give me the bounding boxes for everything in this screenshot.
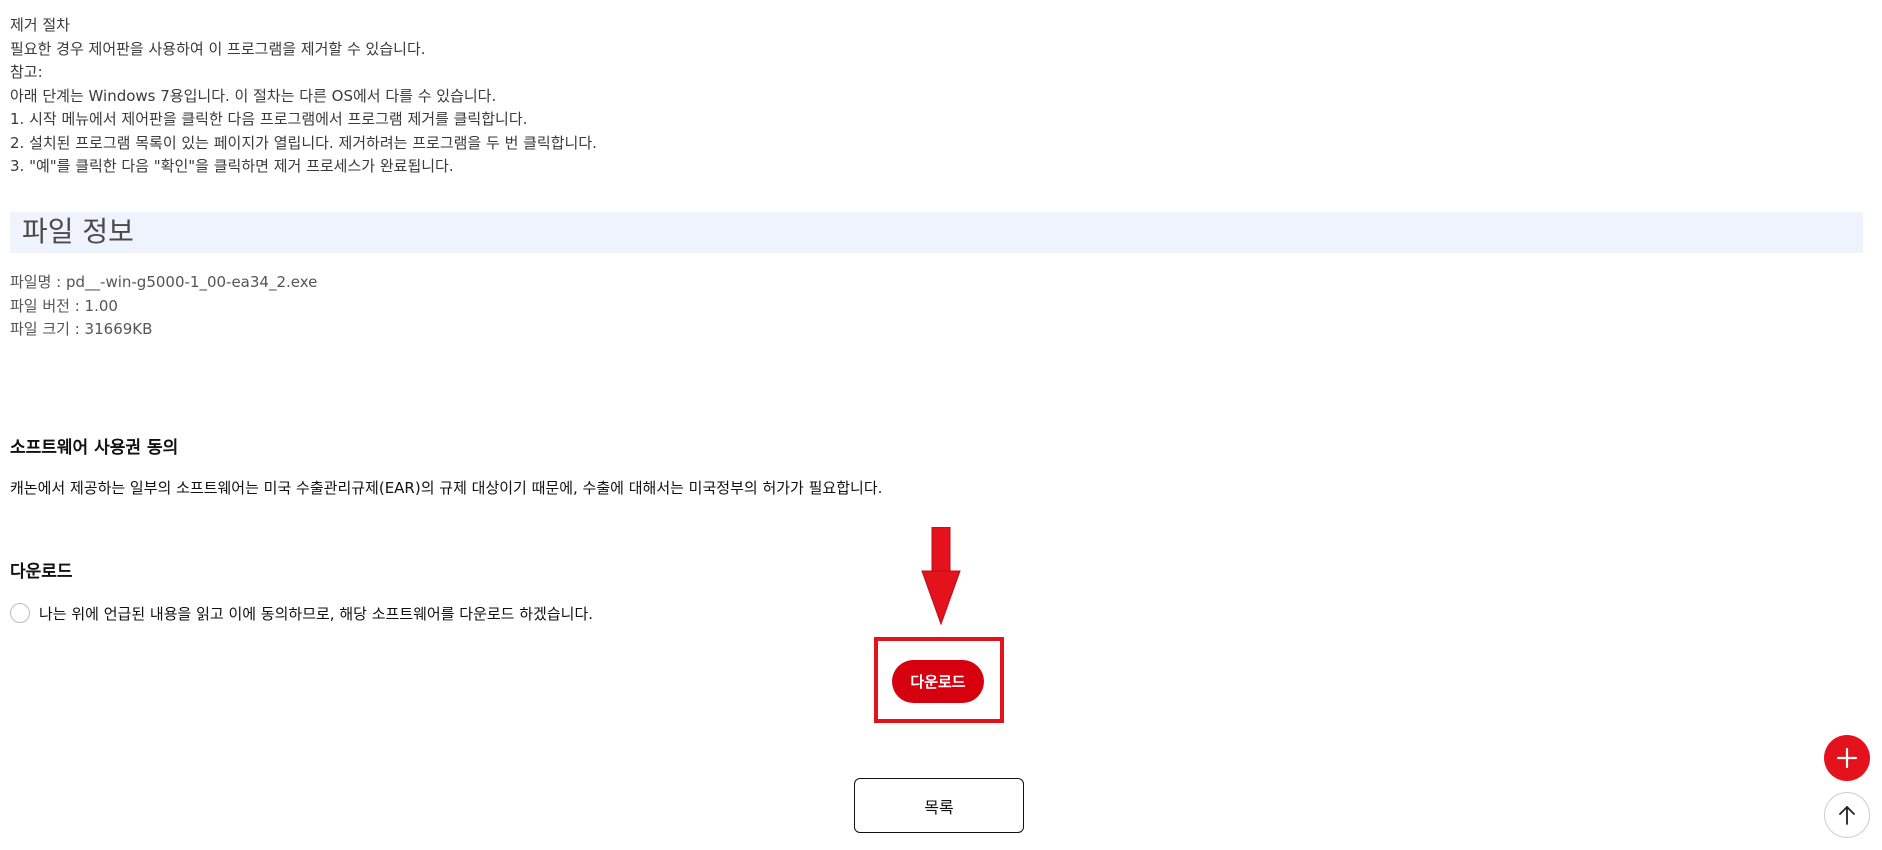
- scroll-top-button[interactable]: [1824, 792, 1870, 838]
- agree-label[interactable]: 나는 위에 언급된 내용을 읽고 이에 동의하므로, 해당 소프트웨어를 다운로…: [39, 603, 593, 624]
- file-size: 파일 크기 : 31669KB: [10, 320, 153, 338]
- plus-icon: [1836, 747, 1858, 769]
- file-name: 파일명 : pd__-win-g5000-1_00-ea34_2.exe: [10, 273, 318, 291]
- file-info-title: 파일 정보: [22, 215, 134, 248]
- arrow-down-icon: [921, 527, 961, 626]
- removal-note-label: 참고:: [10, 63, 43, 81]
- list-button[interactable]: 목록: [854, 778, 1024, 833]
- plus-fab-button[interactable]: [1824, 735, 1870, 781]
- license-text: 캐논에서 제공하는 일부의 소프트웨어는 미국 수출관리규제(EAR)의 규제 …: [10, 479, 883, 497]
- removal-line: 아래 단계는 Windows 7용입니다. 이 절차는 다른 OS에서 다를 수…: [10, 86, 497, 105]
- arrow-up-icon: [1839, 806, 1855, 825]
- removal-instructions: 제거 절차 필요한 경우 제어판을 사용하여 이 프로그램을 제거할 수 있습니…: [10, 14, 597, 179]
- removal-step: 1. 시작 메뉴에서 제어판을 클릭한 다음 프로그램에서 프로그램 제거를 클…: [10, 110, 528, 128]
- removal-step: 2. 설치된 프로그램 목록이 있는 페이지가 열립니다. 제거하려는 프로그램…: [10, 133, 597, 152]
- download-heading: 다운로드: [10, 562, 73, 582]
- removal-step: 3. "예"를 클릭한 다음 "확인"을 클릭하면 제거 프로세스가 완료됩니다…: [10, 157, 454, 175]
- file-version: 파일 버전 : 1.00: [10, 296, 118, 315]
- file-info-section-header: 파일 정보: [10, 212, 1863, 253]
- agree-option[interactable]: 나는 위에 언급된 내용을 읽고 이에 동의하므로, 해당 소프트웨어를 다운로…: [10, 601, 593, 625]
- agree-radio[interactable]: [10, 603, 30, 623]
- license-heading: 소프트웨어 사용권 동의: [10, 438, 179, 458]
- download-button[interactable]: 다운로드: [892, 660, 984, 703]
- page: 제거 절차 필요한 경우 제어판을 사용하여 이 프로그램을 제거할 수 있습니…: [0, 0, 1882, 850]
- file-info-details: 파일명 : pd__-win-g5000-1_00-ea34_2.exe 파일 …: [10, 271, 317, 342]
- removal-title: 제거 절차: [10, 16, 70, 34]
- removal-line: 필요한 경우 제어판을 사용하여 이 프로그램을 제거할 수 있습니다.: [10, 39, 426, 58]
